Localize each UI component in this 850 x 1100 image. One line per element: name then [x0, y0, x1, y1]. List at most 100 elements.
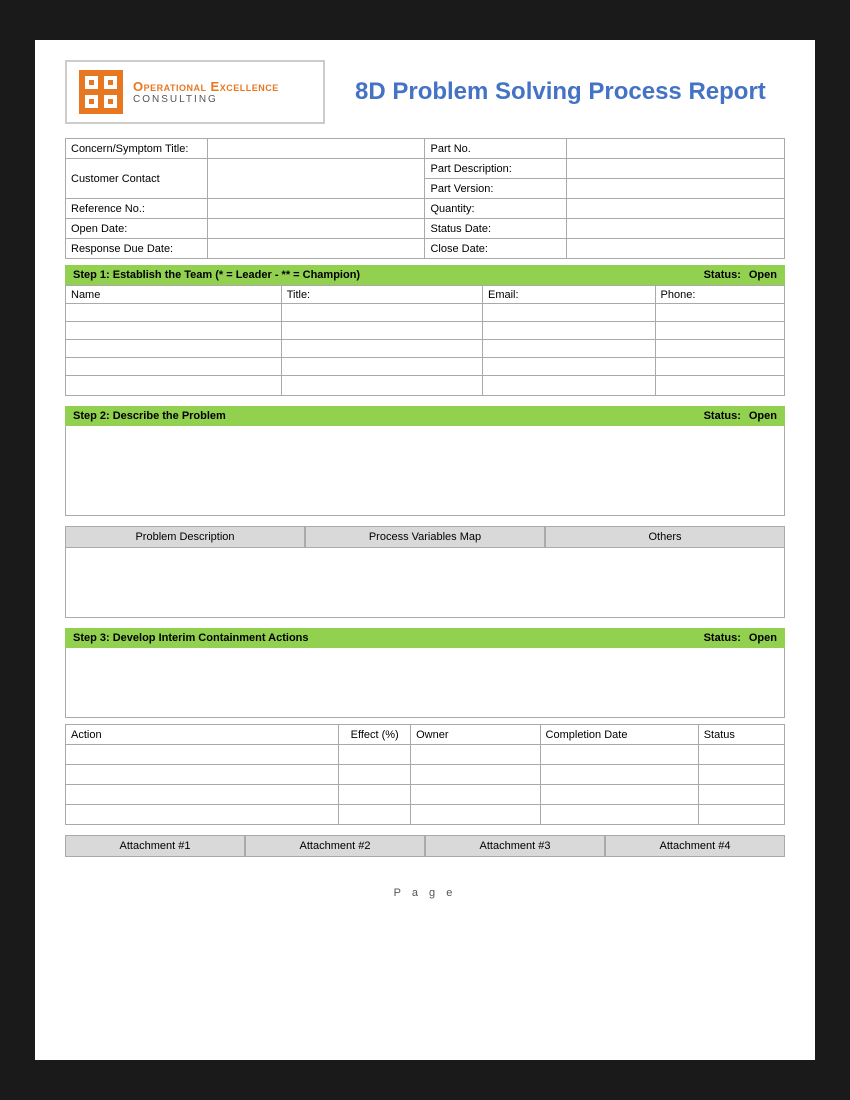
field-label-statusdate: Status Date: — [425, 219, 567, 239]
action-row2-action[interactable] — [66, 765, 339, 785]
step1-status-label: Status: — [704, 269, 741, 281]
team-row1-title[interactable] — [281, 304, 482, 322]
step1-label: Step 1: Establish the Team (* = Leader -… — [73, 269, 360, 281]
logo-subtitle: Consulting — [133, 94, 279, 105]
describe-problem-area[interactable] — [65, 426, 785, 516]
action-col-effect: Effect (%) — [339, 725, 411, 745]
team-row1-name[interactable] — [66, 304, 282, 322]
page: Operational Excellence Consulting 8D Pro… — [35, 40, 815, 1060]
field-value-partdesc[interactable] — [567, 159, 785, 179]
field-value-customer[interactable] — [207, 159, 425, 199]
team-row5-email[interactable] — [483, 376, 656, 396]
step3-status: Status: Open — [704, 632, 777, 644]
field-label-partno: Part No. — [425, 139, 567, 159]
attachment-3[interactable]: Attachment #3 — [425, 835, 605, 857]
step1-status-value: Open — [749, 269, 777, 281]
action-row3-completion[interactable] — [540, 785, 698, 805]
action-row1-owner[interactable] — [411, 745, 540, 765]
team-row4-email[interactable] — [483, 358, 656, 376]
field-value-partno[interactable] — [567, 139, 785, 159]
team-row2-email[interactable] — [483, 322, 656, 340]
action-row2-effect[interactable] — [339, 765, 411, 785]
field-label-partdesc: Part Description: — [425, 159, 567, 179]
field-label-quantity: Quantity: — [425, 199, 567, 219]
team-row1-phone[interactable] — [655, 304, 784, 322]
team-row2-title[interactable] — [281, 322, 482, 340]
field-value-refno[interactable] — [207, 199, 425, 219]
field-value-closedate[interactable] — [567, 239, 785, 259]
problem-tabs: Problem Description Process Variables Ma… — [65, 526, 785, 548]
attachment-1[interactable]: Attachment #1 — [65, 835, 245, 857]
field-label-closedate: Close Date: — [425, 239, 567, 259]
logo-icon — [79, 70, 123, 114]
form-fields-table: Concern/Symptom Title: Part No. Customer… — [65, 138, 785, 259]
team-row5-name[interactable] — [66, 376, 282, 396]
field-value-quantity[interactable] — [567, 199, 785, 219]
action-row3-effect[interactable] — [339, 785, 411, 805]
tab-problem-description[interactable]: Problem Description — [65, 526, 305, 548]
team-row3-phone[interactable] — [655, 340, 784, 358]
footer-text: P a g e — [394, 887, 457, 899]
field-label-responsedate: Response Due Date: — [66, 239, 208, 259]
team-row2-name[interactable] — [66, 322, 282, 340]
field-value-concern[interactable] — [207, 139, 425, 159]
team-row4-title[interactable] — [281, 358, 482, 376]
action-col-completion: Completion Date — [540, 725, 698, 745]
step2-header: Step 2: Describe the Problem Status: Ope… — [65, 406, 785, 426]
tab-others[interactable]: Others — [545, 526, 785, 548]
field-label-concern: Concern/Symptom Title: — [66, 139, 208, 159]
team-row5-phone[interactable] — [655, 376, 784, 396]
action-row1-completion[interactable] — [540, 745, 698, 765]
field-value-opendate[interactable] — [207, 219, 425, 239]
field-value-responsedate[interactable] — [207, 239, 425, 259]
action-row2-completion[interactable] — [540, 765, 698, 785]
action-row4-effect[interactable] — [339, 805, 411, 825]
report-title: 8D Problem Solving Process Report — [355, 78, 766, 106]
team-row1-email[interactable] — [483, 304, 656, 322]
action-row4-owner[interactable] — [411, 805, 540, 825]
field-value-partver[interactable] — [567, 179, 785, 199]
field-value-statusdate[interactable] — [567, 219, 785, 239]
tab-process-variables[interactable]: Process Variables Map — [305, 526, 545, 548]
action-row1-status[interactable] — [698, 745, 784, 765]
field-label-opendate: Open Date: — [66, 219, 208, 239]
action-row4-status[interactable] — [698, 805, 784, 825]
action-table: Action Effect (%) Owner Completion Date … — [65, 724, 785, 825]
step1-header: Step 1: Establish the Team (* = Leader -… — [65, 265, 785, 285]
action-col-status: Status — [698, 725, 784, 745]
team-row3-name[interactable] — [66, 340, 282, 358]
team-col-name: Name — [66, 286, 282, 304]
action-row3-owner[interactable] — [411, 785, 540, 805]
tab-content-area[interactable] — [65, 548, 785, 618]
action-col-owner: Owner — [411, 725, 540, 745]
action-row3-action[interactable] — [66, 785, 339, 805]
attachment-4[interactable]: Attachment #4 — [605, 835, 785, 857]
step2-label: Step 2: Describe the Problem — [73, 410, 226, 422]
containment-area[interactable] — [65, 648, 785, 718]
action-row4-action[interactable] — [66, 805, 339, 825]
team-row3-email[interactable] — [483, 340, 656, 358]
team-row4-phone[interactable] — [655, 358, 784, 376]
action-row1-action[interactable] — [66, 745, 339, 765]
step1-status: Status: Open — [704, 269, 777, 281]
step2-status: Status: Open — [704, 410, 777, 422]
team-row5-title[interactable] — [281, 376, 482, 396]
action-row1-effect[interactable] — [339, 745, 411, 765]
step3-header: Step 3: Develop Interim Containment Acti… — [65, 628, 785, 648]
team-row4-name[interactable] — [66, 358, 282, 376]
logo-title: Operational Excellence — [133, 79, 279, 94]
action-row2-owner[interactable] — [411, 765, 540, 785]
action-row4-completion[interactable] — [540, 805, 698, 825]
action-row3-status[interactable] — [698, 785, 784, 805]
team-col-email: Email: — [483, 286, 656, 304]
team-row3-title[interactable] — [281, 340, 482, 358]
team-row2-phone[interactable] — [655, 322, 784, 340]
attachment-row: Attachment #1 Attachment #2 Attachment #… — [65, 835, 785, 857]
team-col-title: Title: — [281, 286, 482, 304]
page-footer: P a g e — [65, 887, 785, 899]
attachment-2[interactable]: Attachment #2 — [245, 835, 425, 857]
header: Operational Excellence Consulting 8D Pro… — [65, 60, 785, 124]
team-table: Name Title: Email: Phone: — [65, 285, 785, 396]
action-row2-status[interactable] — [698, 765, 784, 785]
step2-status-label: Status: — [704, 410, 741, 422]
